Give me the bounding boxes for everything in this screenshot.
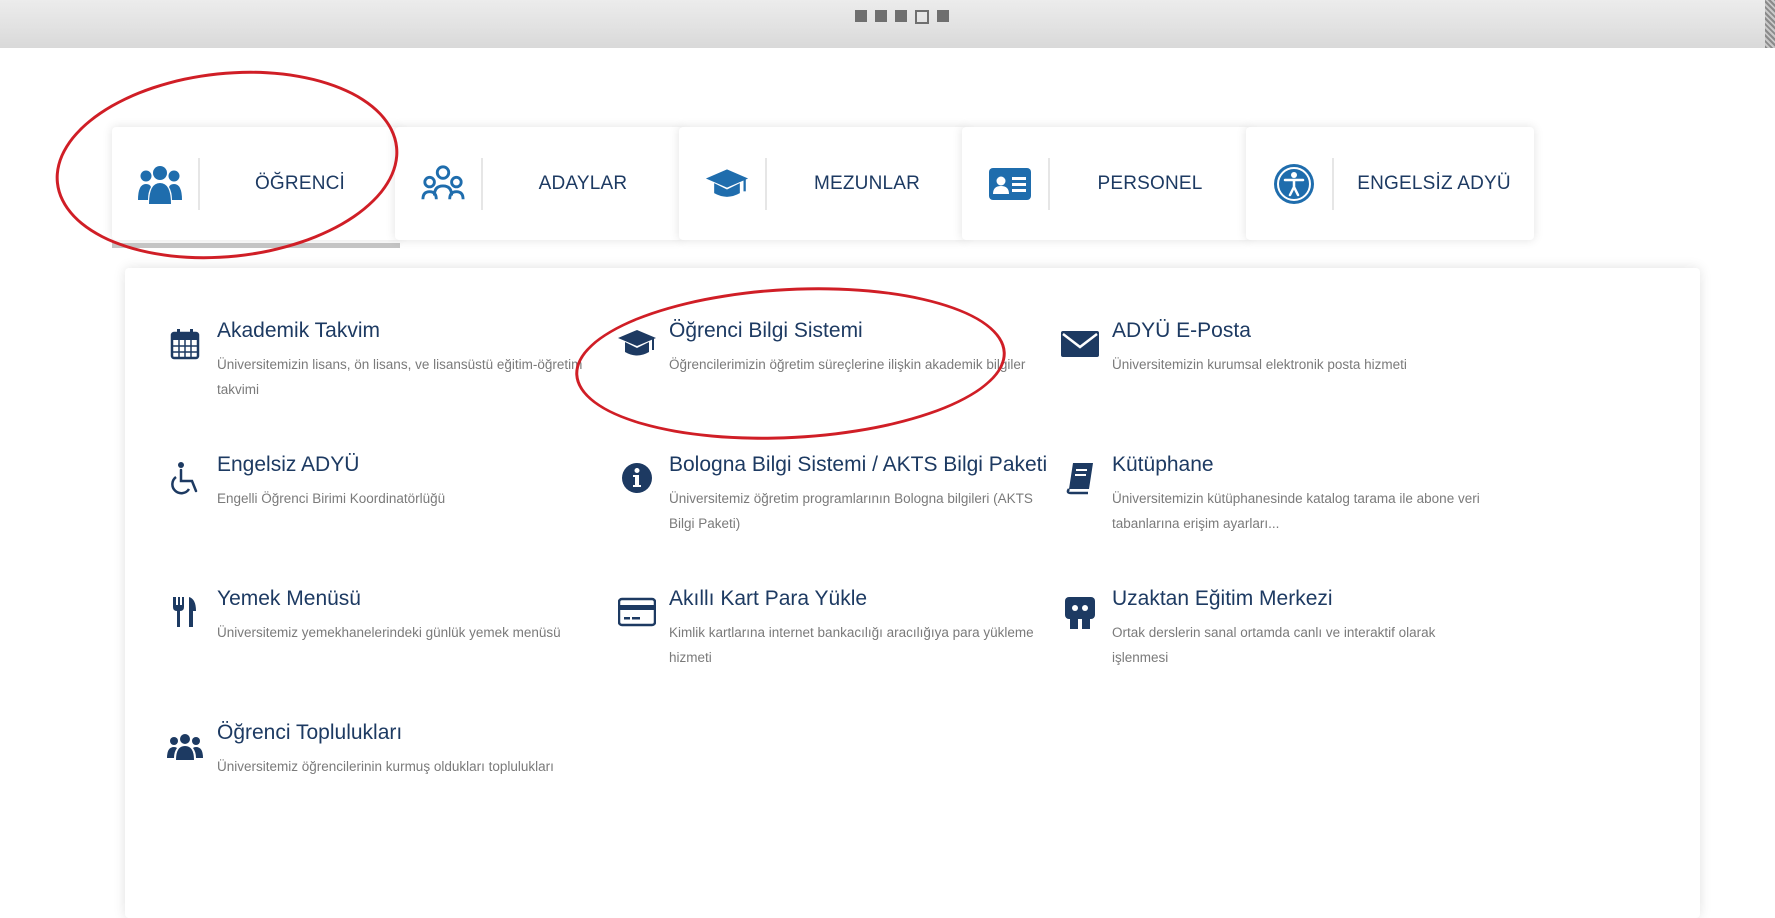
service-title[interactable]: Bologna Bilgi Sistemi / AKTS Bilgi Paket…	[669, 452, 1049, 478]
tab-engelsiz-adyu[interactable]: ENGELSİZ ADYÜ	[1246, 127, 1534, 240]
service-description: Üniversitemizin kurumsal elektronik post…	[1112, 357, 1407, 372]
id-card-icon	[988, 162, 1032, 206]
services-panel: Akademik Takvim Üniversitemizin lisans, …	[125, 268, 1700, 918]
tab-ogrenci[interactable]: ÖĞRENCİ	[112, 127, 400, 248]
accessibility-icon	[1272, 162, 1316, 206]
tab-ogrenci-label: ÖĞRENCİ	[254, 172, 346, 194]
service-yemek-menusu[interactable]: Yemek Menüsü Üniversitemiz yemekhaneleri…	[165, 586, 597, 645]
service-title[interactable]: Akıllı Kart Para Yükle	[669, 586, 1049, 612]
service-kutuphane[interactable]: Kütüphane Üniversitemizin kütüphanesinde…	[1060, 452, 1492, 536]
tab-engelsiz-adyu-label: ENGELSİZ ADYÜ	[1357, 172, 1511, 194]
service-description: Ortak derslerin sanal ortamda canlı ve i…	[1112, 625, 1436, 665]
service-title[interactable]: Öğrenci Bilgi Sistemi	[669, 318, 1049, 344]
service-ogrenci-topluluklari[interactable]: Öğrenci Toplulukları Üniversitemiz öğren…	[165, 720, 597, 779]
tab-adaylar-label: ADAYLAR	[538, 172, 628, 194]
service-ogrenci-bilgi-sistemi[interactable]: Öğrenci Bilgi Sistemi Öğrencilerimizin ö…	[617, 318, 1049, 377]
service-title[interactable]: Engelsiz ADYÜ	[217, 452, 597, 478]
service-description: Üniversitemiz yemekhanelerindeki günlük …	[217, 625, 561, 640]
service-title[interactable]: Uzaktan Eğitim Merkezi	[1112, 586, 1492, 612]
service-title[interactable]: Akademik Takvim	[217, 318, 597, 344]
service-title[interactable]: Öğrenci Toplulukları	[217, 720, 597, 746]
service-akilli-kart[interactable]: Akıllı Kart Para Yükle Kimlik kartlarına…	[617, 586, 1049, 670]
calendar-icon	[165, 324, 205, 364]
book-icon	[1060, 458, 1100, 498]
service-bologna-bilgi-sistemi[interactable]: Bologna Bilgi Sistemi / AKTS Bilgi Paket…	[617, 452, 1049, 536]
service-description: Üniversitemizin lisans, ön lisans, ve li…	[217, 357, 583, 397]
tab-personel-label: PERSONEL	[1097, 172, 1203, 194]
slider-dot-4-active[interactable]	[915, 10, 929, 24]
service-title[interactable]: Kütüphane	[1112, 452, 1492, 478]
tab-mezunlar-label: MEZUNLAR	[813, 172, 921, 194]
info-circle-icon	[617, 458, 657, 498]
service-description: Öğrencilerimizin öğretim süreçlerine ili…	[669, 357, 1026, 372]
corner-thumbnail	[1765, 0, 1775, 48]
graduation-cap-icon	[705, 162, 749, 206]
service-description: Engelli Öğrenci Birimi Koordinatörlüğü	[217, 491, 446, 506]
top-banner-strip	[0, 0, 1775, 48]
active-tab-indicator	[112, 243, 400, 248]
graduation-cap-icon	[617, 324, 657, 364]
envelope-icon	[1060, 324, 1100, 364]
service-title[interactable]: ADYÜ E-Posta	[1112, 318, 1492, 344]
fork-knife-icon	[165, 592, 205, 632]
candidates-group-icon	[421, 162, 465, 206]
service-description: Üniversitemizin kütüphanesinde katalog t…	[1112, 491, 1480, 531]
service-uzaktan-egitim[interactable]: Uzaktan Eğitim Merkezi Ortak derslerin s…	[1060, 586, 1492, 670]
service-title[interactable]: Yemek Menüsü	[217, 586, 597, 612]
tab-personel[interactable]: PERSONEL	[962, 127, 1250, 240]
tab-adaylar[interactable]: ADAYLAR	[395, 127, 683, 240]
users-icon	[165, 726, 205, 766]
presentation-icon	[1060, 592, 1100, 632]
slider-dot-5[interactable]	[937, 10, 949, 22]
wheelchair-icon	[165, 458, 205, 498]
slider-dot-3[interactable]	[895, 10, 907, 22]
service-adyu-e-posta[interactable]: ADYÜ E-Posta Üniversitemizin kurumsal el…	[1060, 318, 1492, 377]
service-engelsiz-adyu[interactable]: Engelsiz ADYÜ Engelli Öğrenci Birimi Koo…	[165, 452, 597, 511]
students-group-icon	[138, 162, 182, 206]
slider-pagination	[855, 10, 949, 24]
service-description: Kimlik kartlarına internet bankacılığı a…	[669, 625, 1034, 665]
service-description: Üniversitemiz öğretim programlarının Bol…	[669, 491, 1033, 531]
credit-card-icon	[617, 592, 657, 632]
service-akademik-takvim[interactable]: Akademik Takvim Üniversitemizin lisans, …	[165, 318, 597, 402]
slider-dot-1[interactable]	[855, 10, 867, 22]
slider-dot-2[interactable]	[875, 10, 887, 22]
tab-mezunlar[interactable]: MEZUNLAR	[679, 127, 967, 240]
service-description: Üniversitemiz öğrencilerinin kurmuş oldu…	[217, 759, 554, 774]
